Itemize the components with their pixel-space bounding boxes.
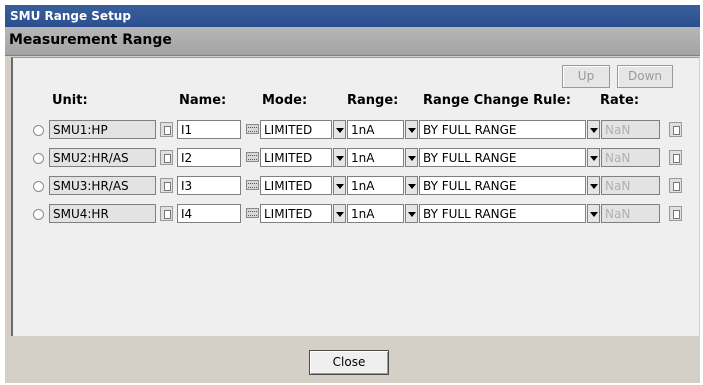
range-select[interactable]: 1nA [347, 204, 404, 223]
calculator-icon[interactable] [160, 122, 173, 137]
window-title: SMU Range Setup [10, 9, 131, 23]
calculator-icon[interactable] [669, 150, 682, 165]
range-select[interactable]: 1nA [347, 176, 404, 195]
calculator-icon[interactable] [669, 178, 682, 193]
close-button[interactable]: Close [309, 350, 389, 375]
calculator-icon[interactable] [160, 206, 173, 221]
calculator-icon[interactable] [160, 150, 173, 165]
measurement-range-panel: Up Down Unit: Name: Mode: Range: Range C… [11, 57, 699, 336]
calculator-icon[interactable] [669, 206, 682, 221]
row-select-radio[interactable] [33, 181, 44, 192]
range-change-rule-select[interactable]: BY FULL RANGE [419, 204, 586, 223]
smu-row: SMU3:HR/AS I3 LIMITED 1nA BY FULL RANGE … [13, 175, 699, 197]
chevron-down-icon[interactable] [333, 204, 346, 223]
calculator-icon[interactable] [669, 122, 682, 137]
section-title: Measurement Range [9, 32, 172, 48]
up-button[interactable]: Up [562, 65, 610, 88]
mode-select[interactable]: LIMITED [260, 204, 332, 223]
title-bar: SMU Range Setup [5, 5, 700, 27]
chevron-down-icon[interactable] [333, 148, 346, 167]
name-field[interactable]: I4 [177, 204, 241, 223]
chevron-down-icon[interactable] [587, 148, 600, 167]
calculator-icon[interactable] [160, 178, 173, 193]
chevron-down-icon[interactable] [333, 120, 346, 139]
keyboard-icon[interactable] [246, 124, 259, 134]
rate-field: NaN [601, 204, 660, 223]
row-select-radio[interactable] [33, 153, 44, 164]
keyboard-icon[interactable] [246, 180, 259, 190]
mode-select[interactable]: LIMITED [260, 148, 332, 167]
chevron-down-icon[interactable] [405, 120, 418, 139]
chevron-down-icon[interactable] [333, 176, 346, 195]
keyboard-icon[interactable] [246, 208, 259, 218]
chevron-down-icon[interactable] [405, 176, 418, 195]
smu-row: SMU1:HP I1 LIMITED 1nA BY FULL RANGE NaN [13, 119, 699, 141]
name-field[interactable]: I1 [177, 120, 241, 139]
section-header: Measurement Range [5, 27, 700, 56]
rate-column-header: Rate: [600, 93, 640, 108]
mode-select[interactable]: LIMITED [260, 176, 332, 195]
unit-field[interactable]: SMU2:HR/AS [49, 148, 156, 167]
chevron-down-icon[interactable] [405, 148, 418, 167]
smu-row: SMU4:HR I4 LIMITED 1nA BY FULL RANGE NaN [13, 203, 699, 225]
rate-field: NaN [601, 120, 660, 139]
smu-range-setup-dialog: SMU Range Setup Measurement Range Up Dow… [5, 5, 700, 383]
range-column-header: Range: [347, 93, 399, 108]
rate-field: NaN [601, 148, 660, 167]
smu-row: SMU2:HR/AS I2 LIMITED 1nA BY FULL RANGE … [13, 147, 699, 169]
chevron-down-icon[interactable] [587, 176, 600, 195]
mode-select[interactable]: LIMITED [260, 120, 332, 139]
name-column-header: Name: [179, 93, 227, 108]
unit-field[interactable]: SMU1:HP [49, 120, 156, 139]
range-change-rule-select[interactable]: BY FULL RANGE [419, 120, 586, 139]
range-change-rule-column-header: Range Change Rule: [423, 93, 571, 108]
range-change-rule-select[interactable]: BY FULL RANGE [419, 148, 586, 167]
chevron-down-icon[interactable] [587, 120, 600, 139]
down-button[interactable]: Down [617, 65, 673, 88]
row-select-radio[interactable] [33, 209, 44, 220]
rate-field: NaN [601, 176, 660, 195]
range-select[interactable]: 1nA [347, 148, 404, 167]
unit-field[interactable]: SMU4:HR [49, 204, 156, 223]
name-field[interactable]: I2 [177, 148, 241, 167]
unit-field[interactable]: SMU3:HR/AS [49, 176, 156, 195]
mode-column-header: Mode: [262, 93, 308, 108]
keyboard-icon[interactable] [246, 152, 259, 162]
chevron-down-icon[interactable] [405, 204, 418, 223]
row-select-radio[interactable] [33, 125, 44, 136]
range-change-rule-select[interactable]: BY FULL RANGE [419, 176, 586, 195]
chevron-down-icon[interactable] [587, 204, 600, 223]
unit-column-header: Unit: [52, 93, 88, 108]
range-select[interactable]: 1nA [347, 120, 404, 139]
name-field[interactable]: I3 [177, 176, 241, 195]
